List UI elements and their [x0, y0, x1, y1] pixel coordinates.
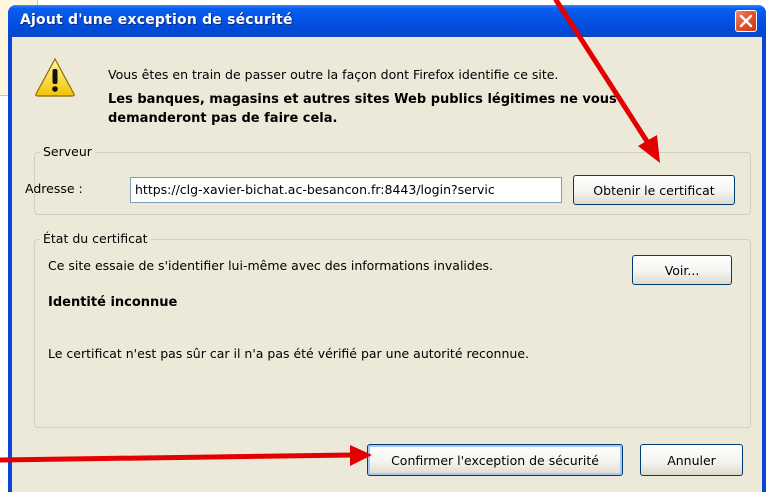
- red-arrow-annotation: [553, 0, 660, 163]
- annotation-arrows: [0, 0, 660, 466]
- red-arrow-annotation: [0, 445, 372, 466]
